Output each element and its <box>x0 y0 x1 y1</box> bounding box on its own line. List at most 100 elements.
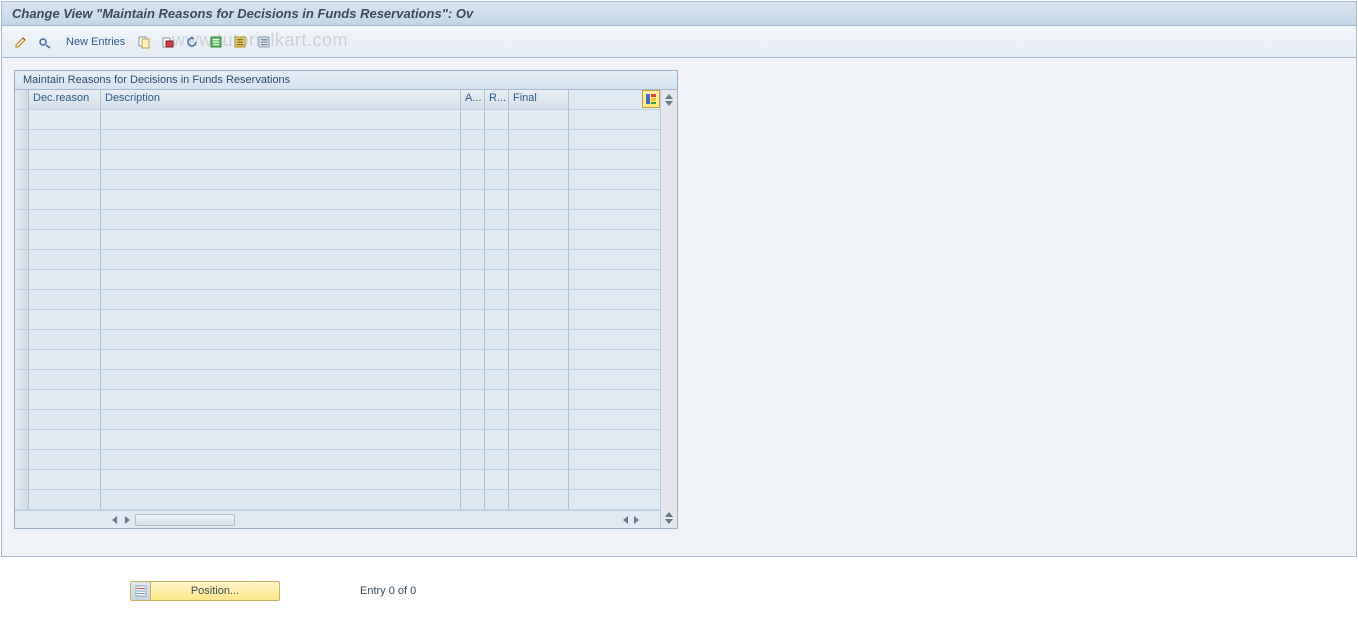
select-block-icon[interactable] <box>231 33 249 51</box>
hscroll-left-arrow-icon[interactable] <box>112 516 117 524</box>
cell-final[interactable] <box>509 210 569 229</box>
cell-r[interactable] <box>485 430 509 449</box>
row-selector[interactable] <box>15 450 29 469</box>
row-selector[interactable] <box>15 350 29 369</box>
cell-r[interactable] <box>485 310 509 329</box>
column-header-description[interactable]: Description <box>101 90 461 109</box>
cell-dec-reason[interactable] <box>29 130 101 149</box>
cell-a[interactable] <box>461 230 485 249</box>
table-row[interactable] <box>15 190 660 210</box>
table-row[interactable] <box>15 330 660 350</box>
cell-a[interactable] <box>461 410 485 429</box>
row-selector[interactable] <box>15 290 29 309</box>
row-selector[interactable] <box>15 110 29 129</box>
cell-dec-reason[interactable] <box>29 330 101 349</box>
cell-final[interactable] <box>509 470 569 489</box>
cell-dec-reason[interactable] <box>29 250 101 269</box>
cell-a[interactable] <box>461 190 485 209</box>
table-row[interactable] <box>15 130 660 150</box>
cell-final[interactable] <box>509 190 569 209</box>
cell-r[interactable] <box>485 490 509 509</box>
row-selector-header[interactable] <box>15 90 29 109</box>
cell-dec-reason[interactable] <box>29 430 101 449</box>
cell-a[interactable] <box>461 490 485 509</box>
cell-description[interactable] <box>101 390 461 409</box>
cell-final[interactable] <box>509 410 569 429</box>
cell-r[interactable] <box>485 230 509 249</box>
vscroll-bottom-up-arrow-icon[interactable] <box>665 512 673 517</box>
row-selector[interactable] <box>15 390 29 409</box>
table-row[interactable] <box>15 150 660 170</box>
cell-final[interactable] <box>509 390 569 409</box>
cell-description[interactable] <box>101 370 461 389</box>
vscroll-bottom-down-arrow-icon[interactable] <box>665 519 673 524</box>
cell-description[interactable] <box>101 210 461 229</box>
cell-final[interactable] <box>509 270 569 289</box>
row-selector[interactable] <box>15 270 29 289</box>
position-button[interactable]: Position... <box>130 581 280 601</box>
vscroll-up-arrow-icon[interactable] <box>665 94 673 99</box>
cell-dec-reason[interactable] <box>29 310 101 329</box>
row-selector[interactable] <box>15 470 29 489</box>
cell-a[interactable] <box>461 370 485 389</box>
row-selector[interactable] <box>15 130 29 149</box>
table-row[interactable] <box>15 450 660 470</box>
cell-description[interactable] <box>101 110 461 129</box>
deselect-all-icon[interactable] <box>255 33 273 51</box>
cell-final[interactable] <box>509 250 569 269</box>
cell-a[interactable] <box>461 210 485 229</box>
table-row[interactable] <box>15 430 660 450</box>
cell-description[interactable] <box>101 250 461 269</box>
cell-final[interactable] <box>509 350 569 369</box>
row-selector[interactable] <box>15 230 29 249</box>
row-selector[interactable] <box>15 490 29 509</box>
cell-a[interactable] <box>461 470 485 489</box>
table-row[interactable] <box>15 470 660 490</box>
cell-description[interactable] <box>101 330 461 349</box>
toggle-display-change-icon[interactable] <box>12 33 30 51</box>
cell-dec-reason[interactable] <box>29 150 101 169</box>
table-row[interactable] <box>15 170 660 190</box>
cell-a[interactable] <box>461 290 485 309</box>
cell-final[interactable] <box>509 170 569 189</box>
cell-final[interactable] <box>509 230 569 249</box>
new-entries-button[interactable]: New Entries <box>66 36 125 48</box>
table-row[interactable] <box>15 490 660 510</box>
cell-r[interactable] <box>485 390 509 409</box>
cell-r[interactable] <box>485 370 509 389</box>
cell-description[interactable] <box>101 430 461 449</box>
cell-description[interactable] <box>101 470 461 489</box>
cell-r[interactable] <box>485 350 509 369</box>
row-selector[interactable] <box>15 170 29 189</box>
cell-description[interactable] <box>101 230 461 249</box>
other-view-icon[interactable] <box>36 33 54 51</box>
copy-as-icon[interactable] <box>135 33 153 51</box>
cell-final[interactable] <box>509 450 569 469</box>
cell-description[interactable] <box>101 450 461 469</box>
row-selector[interactable] <box>15 150 29 169</box>
cell-r[interactable] <box>485 170 509 189</box>
cell-dec-reason[interactable] <box>29 490 101 509</box>
cell-a[interactable] <box>461 150 485 169</box>
table-row[interactable] <box>15 290 660 310</box>
cell-final[interactable] <box>509 330 569 349</box>
table-row[interactable] <box>15 210 660 230</box>
cell-r[interactable] <box>485 190 509 209</box>
cell-final[interactable] <box>509 430 569 449</box>
cell-description[interactable] <box>101 350 461 369</box>
column-header-r[interactable]: R... <box>485 90 509 109</box>
cell-a[interactable] <box>461 390 485 409</box>
cell-a[interactable] <box>461 330 485 349</box>
table-row[interactable] <box>15 230 660 250</box>
cell-a[interactable] <box>461 450 485 469</box>
row-selector[interactable] <box>15 190 29 209</box>
cell-a[interactable] <box>461 170 485 189</box>
cell-final[interactable] <box>509 150 569 169</box>
cell-description[interactable] <box>101 490 461 509</box>
row-selector[interactable] <box>15 210 29 229</box>
row-selector[interactable] <box>15 250 29 269</box>
cell-description[interactable] <box>101 290 461 309</box>
row-selector[interactable] <box>15 310 29 329</box>
cell-r[interactable] <box>485 470 509 489</box>
row-selector[interactable] <box>15 410 29 429</box>
